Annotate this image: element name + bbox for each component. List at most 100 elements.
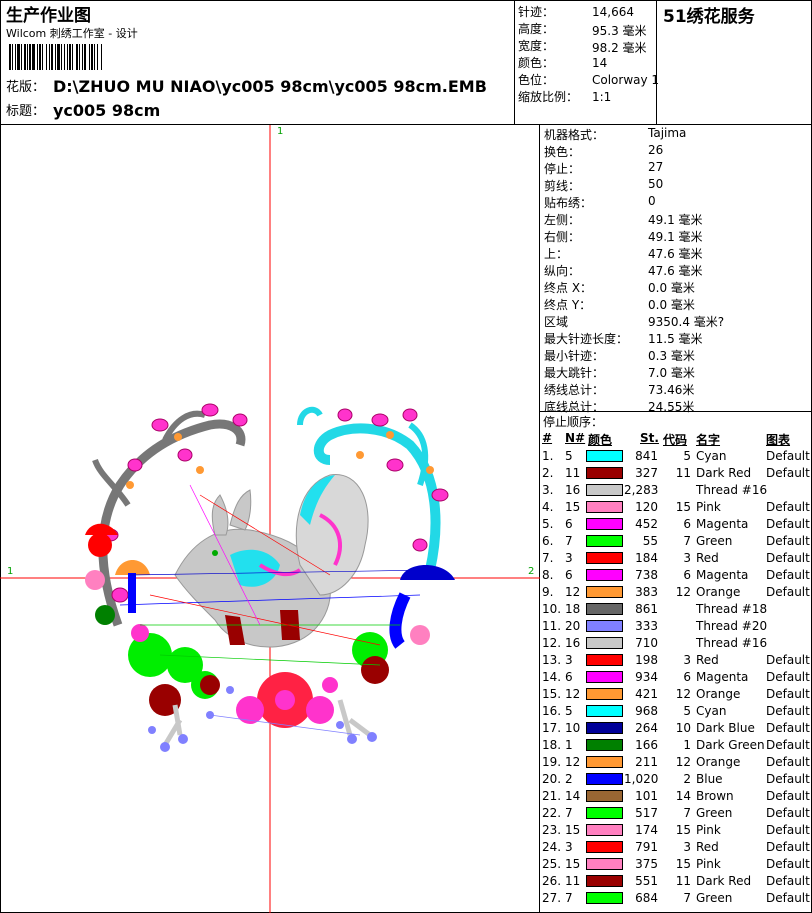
stat-value: 49.1 毫米 <box>648 213 703 227</box>
stat-label: 绣线总计： <box>544 383 605 397</box>
summary-value: Colorway 1 <box>592 73 660 87</box>
thread-name: Orange <box>696 687 741 701</box>
thread-name: Red <box>696 551 719 565</box>
thread-name: Orange <box>696 585 741 599</box>
thread-name: Cyan <box>696 449 727 463</box>
thread-code: 5 <box>683 704 691 718</box>
color-swatch <box>586 824 623 836</box>
stop-row: 7. 3 184 3 Red Default <box>540 550 812 567</box>
stitch-count: 517 <box>635 806 658 820</box>
stop-row: 17. 10 264 10 Dark Blue Default <box>540 720 812 737</box>
color-swatch <box>586 637 623 649</box>
stop-row: 22. 7 517 7 Green Default <box>540 805 812 822</box>
needle-number: 3 <box>565 551 573 565</box>
thread-code: 7 <box>683 534 691 548</box>
stitch-count: 684 <box>635 891 658 905</box>
stat-label: 机器格式： <box>544 128 605 142</box>
needle-number: 3 <box>565 653 573 667</box>
stat-value: 0 <box>648 194 656 208</box>
machine-stats: 机器格式： Tajima 换色： 26 停止： 27 剪线： 50 贴布绣： 0 左侧： 49.1 毫… <box>540 125 812 414</box>
color-swatch <box>586 739 623 751</box>
thread-name: Thread #18 <box>696 602 768 616</box>
needle-number: 7 <box>565 891 573 905</box>
stop-number: 10. <box>542 602 562 616</box>
brand-panel: 51绣花服务 <box>657 0 812 125</box>
marker-left: 1 <box>7 566 13 577</box>
stop-number: 7. <box>542 551 554 565</box>
stat-value: 47.6 毫米 <box>648 264 703 278</box>
thread-name: Magenta <box>696 568 749 582</box>
summary-label: 缩放比例： <box>518 90 579 104</box>
color-swatch <box>586 501 623 513</box>
thread-code: 14 <box>675 789 691 803</box>
needle-number: 5 <box>565 704 573 718</box>
stop-number: 6. <box>542 534 554 548</box>
design-path: D:\ZHUO MU NIAO\yc005 98cm\yc005 98cm.EM… <box>53 77 487 96</box>
caption-label: 标题： <box>6 104 46 119</box>
needle-number: 15 <box>565 857 581 871</box>
summary-panel: 针迹： 14,664 高度： 95.3 毫米 宽度： 98.2 毫米 颜色： 1… <box>515 0 660 125</box>
summary-label: 针迹： <box>518 5 555 19</box>
summary-label: 色位： <box>518 73 555 87</box>
stat-value: 7.0 毫米 <box>648 366 695 380</box>
color-swatch <box>586 807 623 819</box>
stop-number: 19. <box>542 755 562 769</box>
thread-name: Pink <box>696 500 721 514</box>
stat-label: 终点 Y： <box>544 298 592 312</box>
summary-value: 1:1 <box>592 90 612 104</box>
stat-label: 停止： <box>544 162 581 176</box>
summary-label: 高度： <box>518 22 555 36</box>
stat-row: 上： 47.6 毫米 <box>544 245 808 262</box>
thread-chart: Default <box>766 823 810 837</box>
summary-label: 颜色： <box>518 56 555 70</box>
color-swatch <box>586 467 623 479</box>
marker-top: 1 <box>277 126 283 137</box>
stitch-count: 327 <box>635 466 658 480</box>
stitch-count: 101 <box>635 789 658 803</box>
thread-code: 5 <box>683 449 691 463</box>
color-swatch <box>586 773 623 785</box>
thread-name: Green <box>696 534 733 548</box>
thread-name: Pink <box>696 823 721 837</box>
stop-row: 20. 2 1,020 2 Blue Default <box>540 771 812 788</box>
stop-number: 8. <box>542 568 554 582</box>
stat-row: 机器格式： Tajima <box>544 126 808 143</box>
needle-number: 18 <box>565 602 581 616</box>
color-swatch <box>586 518 623 530</box>
stat-row: 绣线总计： 73.46米 <box>544 381 808 398</box>
stop-row: 13. 3 198 3 Red Default <box>540 652 812 669</box>
design-preview: 1 1 2 <box>0 125 540 913</box>
thread-name: Dark Green <box>696 738 765 752</box>
stitch-count: 861 <box>635 602 658 616</box>
stat-row: 剪线： 50 <box>544 177 808 194</box>
summary-value: 98.2 毫米 <box>592 41 647 55</box>
thread-code: 6 <box>683 517 691 531</box>
stitch-count: 738 <box>635 568 658 582</box>
thread-code: 11 <box>675 874 691 888</box>
stat-value: 27 <box>648 160 664 174</box>
stat-value: 47.6 毫米 <box>648 247 703 261</box>
thread-code: 3 <box>683 840 691 854</box>
stop-row: 4. 15 120 15 Pink Default <box>540 499 812 516</box>
stat-row: 左侧： 49.1 毫米 <box>544 211 808 228</box>
thread-name: Thread #16 <box>696 483 768 497</box>
thread-code: 15 <box>675 823 691 837</box>
color-swatch <box>586 620 623 632</box>
thread-chart: Default <box>766 534 810 548</box>
thread-chart: Default <box>766 568 810 582</box>
stop-row: 1. 5 841 5 Cyan Default <box>540 448 812 465</box>
needle-number: 2 <box>565 772 573 786</box>
stat-row: 右侧： 49.1 毫米 <box>544 228 808 245</box>
color-swatch <box>586 858 623 870</box>
stop-row: 11. 20 333 Thread #20 <box>540 618 812 635</box>
needle-number: 20 <box>565 619 581 633</box>
stop-number: 11. <box>542 619 562 633</box>
stop-row: 18. 1 166 1 Dark Green Default <box>540 737 812 754</box>
stop-row: 10. 18 861 Thread #18 <box>540 601 812 618</box>
thread-chart: Default <box>766 670 810 684</box>
needle-number: 12 <box>565 755 581 769</box>
thread-name: Thread #20 <box>696 619 768 633</box>
stop-number: 2. <box>542 466 554 480</box>
needle-number: 6 <box>565 670 573 684</box>
col-header-name: 名字 <box>696 433 721 447</box>
